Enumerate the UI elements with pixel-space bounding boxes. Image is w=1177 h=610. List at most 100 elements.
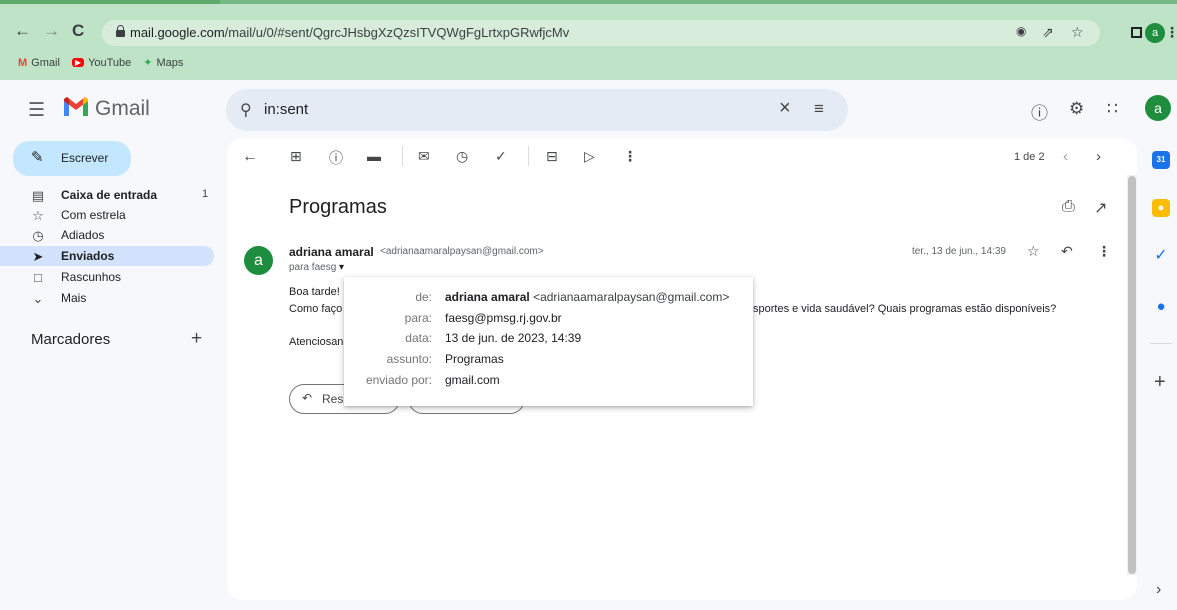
toolbar-divider xyxy=(402,146,403,166)
search-options-icon[interactable]: ≡ xyxy=(814,99,824,119)
gmail-title: Gmail xyxy=(95,97,150,120)
sidebar-item-label: Enviados xyxy=(61,249,115,263)
url-text[interactable]: mail.google.com/mail/u/0/#sent/QgrcJHsbg… xyxy=(130,25,569,40)
reply-button-label: Res xyxy=(322,392,344,406)
move-to-icon[interactable]: ⊟ xyxy=(546,148,558,165)
contacts-icon[interactable]: ● xyxy=(1152,298,1170,316)
labels-heading: Marcadores xyxy=(31,331,111,348)
share-icon[interactable]: ⇗ xyxy=(1042,24,1054,41)
expand-side-panel-icon[interactable]: › xyxy=(1156,581,1161,599)
sidebar-item-sent[interactable]: ➤ Enviados xyxy=(0,246,214,266)
browser-profile-avatar[interactable]: a xyxy=(1145,23,1165,43)
send-icon: ➤ xyxy=(32,249,44,264)
sidebar-item-label: Mais xyxy=(61,291,87,305)
bookmark-label: Gmail xyxy=(31,56,60,69)
report-spam-icon[interactable]: ⓘ xyxy=(329,148,343,168)
sender-email: <adrianaamaralpaysan@gmail.com> xyxy=(380,246,544,257)
tasks-icon[interactable]: ✓ xyxy=(1152,247,1170,265)
toolbar-divider xyxy=(528,146,529,166)
side-panel-icon[interactable] xyxy=(1131,27,1142,38)
message-subject: Programas xyxy=(289,196,387,218)
gmail-logo-icon[interactable] xyxy=(63,96,89,118)
youtube-icon: ▶ xyxy=(71,58,85,67)
sidebar-item-inbox[interactable]: ▤ Caixa de entrada 1 xyxy=(0,185,214,205)
archive-icon[interactable]: ⊞ xyxy=(290,148,302,165)
star-message-icon[interactable]: ☆ xyxy=(1027,243,1040,260)
bookmark-label: YouTube xyxy=(88,56,132,69)
side-panel-divider xyxy=(1150,343,1172,344)
popup-key-to: para: xyxy=(404,311,432,325)
popup-key-subject: assunto: xyxy=(386,352,432,366)
snooze-icon[interactable]: ◷ xyxy=(456,148,468,165)
popup-value-from: adriana amaral <adrianaamaralpaysan@gmai… xyxy=(445,290,730,304)
help-icon[interactable]: ⓘ xyxy=(1031,99,1048,124)
draft-icon: □ xyxy=(34,270,42,285)
print-icon[interactable]: ⎙ xyxy=(1062,198,1075,216)
bookmark-youtube[interactable]: ▶ YouTube xyxy=(71,56,132,69)
body-greeting: Boa tarde! xyxy=(289,286,340,298)
add-label-icon[interactable]: + xyxy=(191,328,202,350)
label-icon[interactable]: ▷ xyxy=(584,148,595,165)
search-icon[interactable]: ⚲ xyxy=(240,100,252,120)
back-to-list-icon[interactable]: ← xyxy=(242,148,258,166)
popup-value-mailed-by: gmail.com xyxy=(445,373,500,387)
calendar-icon[interactable]: 31 xyxy=(1152,151,1170,169)
star-icon: ☆ xyxy=(32,208,44,223)
browser-menu-icon[interactable]: ⋮ xyxy=(1165,24,1177,41)
reply-icon[interactable]: ↶ xyxy=(1061,243,1073,260)
keep-icon[interactable]: ● xyxy=(1152,199,1170,217)
eye-icon[interactable]: ◉ xyxy=(1016,24,1026,38)
popup-value-subject: Programas xyxy=(445,352,504,366)
popup-key-date: data: xyxy=(405,331,432,345)
forward-arrow-icon[interactable]: → xyxy=(43,22,60,40)
chevron-down-icon: ⌄ xyxy=(32,291,44,306)
bookmark-star-icon[interactable]: ☆ xyxy=(1071,24,1084,41)
prev-page-icon[interactable]: ‹ xyxy=(1063,148,1068,165)
mark-unread-icon[interactable]: ✉ xyxy=(418,148,430,165)
compose-label: Escrever xyxy=(61,151,109,165)
sidebar-item-starred[interactable]: ☆ Com estrela xyxy=(0,205,214,225)
open-new-window-icon[interactable]: ↗ xyxy=(1094,198,1107,218)
sidebar-item-snoozed[interactable]: ◷ Adiados xyxy=(0,225,214,245)
pagination-text: 1 de 2 xyxy=(1014,151,1045,163)
sender-avatar: a xyxy=(244,246,273,275)
apps-grid-icon[interactable]: ∷ xyxy=(1107,99,1118,119)
sidebar-item-label: Com estrela xyxy=(61,208,126,222)
popup-key-from: de: xyxy=(415,290,432,304)
popup-value-date: 13 de jun. de 2023, 14:39 xyxy=(445,331,582,345)
clock-icon: ◷ xyxy=(32,228,44,243)
sidebar-item-more[interactable]: ⌄ Mais xyxy=(0,288,214,308)
search-bar[interactable] xyxy=(226,89,848,131)
body-signoff: Atenciosan xyxy=(289,336,344,348)
delete-icon[interactable]: ▬ xyxy=(367,148,381,164)
gear-icon[interactable]: ⚙ xyxy=(1069,99,1084,119)
lock-icon[interactable] xyxy=(116,25,125,37)
close-icon[interactable]: × xyxy=(779,97,791,120)
add-task-icon[interactable]: ✓ xyxy=(495,148,507,165)
message-date: ter., 13 de jun., 14:39 xyxy=(912,246,1006,257)
sender-name[interactable]: adriana amaral xyxy=(289,245,374,259)
recipient-line[interactable]: para faesg ▾ xyxy=(289,262,344,273)
sidebar-item-label: Caixa de entrada xyxy=(61,188,158,202)
details-dropdown-icon[interactable]: ▾ xyxy=(339,262,344,273)
sidebar-item-drafts[interactable]: □ Rascunhos xyxy=(0,267,214,287)
unread-count: 1 xyxy=(202,188,209,200)
message-more-icon[interactable]: ⋮ xyxy=(1097,243,1111,260)
search-input[interactable]: in:sent xyxy=(264,101,308,118)
sidebar-item-label: Adiados xyxy=(61,228,105,242)
maps-icon: ✦ xyxy=(143,57,153,69)
inbox-icon: ▤ xyxy=(31,188,45,203)
bookmark-gmail[interactable]: M Gmail xyxy=(18,57,60,69)
more-options-icon[interactable]: ⋮ xyxy=(623,148,637,165)
next-page-icon[interactable]: › xyxy=(1096,148,1101,165)
back-arrow-icon[interactable]: ← xyxy=(14,22,31,40)
scrollbar-thumb[interactable] xyxy=(1128,176,1136,574)
bookmark-maps[interactable]: ✦ Maps xyxy=(143,56,183,70)
body-line-end: sportes e vida saudável? Quais programas… xyxy=(753,303,1057,315)
reload-icon[interactable]: C xyxy=(72,22,84,40)
account-avatar[interactable]: a xyxy=(1145,95,1171,121)
pencil-icon: ✎ xyxy=(31,149,44,166)
main-menu-icon[interactable]: ☰ xyxy=(28,99,45,122)
sidebar-item-label: Rascunhos xyxy=(61,270,122,284)
get-addons-icon[interactable]: + xyxy=(1154,371,1166,394)
